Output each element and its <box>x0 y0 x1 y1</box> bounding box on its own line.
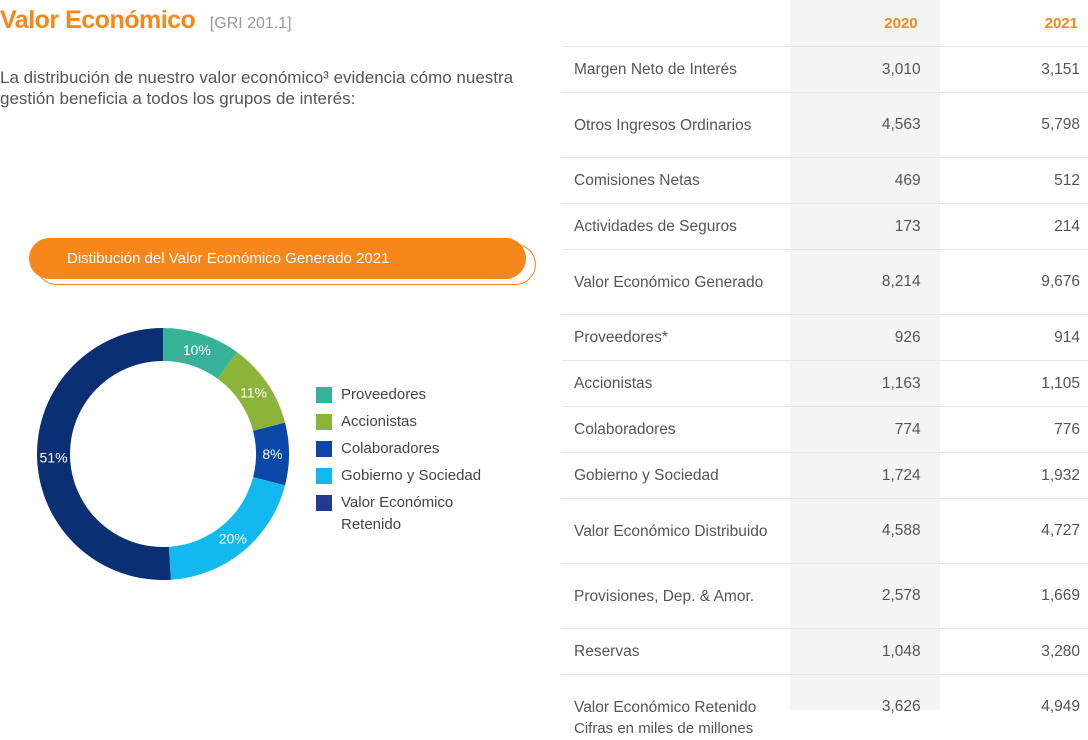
value-2020: 2,578 <box>791 563 941 629</box>
donut-slice-label: 51% <box>40 449 68 465</box>
legend-label: Colaboradores <box>341 440 440 457</box>
table-row: Provisiones, Dep. & Amor. 2,578 1,669 <box>562 563 1088 629</box>
row-label: Valor Económico Distribuido <box>562 498 792 564</box>
row-label: Actividades de Seguros <box>562 203 792 250</box>
table-row: Proveedores* 926 914 <box>562 314 1088 361</box>
year-header-2020: 2020 <box>884 14 918 32</box>
table-row: Valor Económico Distribuido 4,588 4,727 <box>562 498 1088 564</box>
value-2021: 512 <box>940 157 1088 204</box>
legend-swatch <box>316 387 332 403</box>
gri-reference: [GRI 201.1] <box>209 15 292 32</box>
value-2021: 776 <box>940 406 1088 453</box>
value-2020: 926 <box>791 314 941 361</box>
legend-label: Gobierno y Sociedad <box>341 467 482 484</box>
value-2021: 214 <box>940 203 1088 250</box>
table-row: Colaboradores 774 776 <box>562 406 1088 453</box>
legend-swatch <box>316 414 332 430</box>
donut-chart: 10% 11% 8% 20% 51% <box>37 328 289 580</box>
row-label: Valor Económico Generado <box>562 249 792 315</box>
table-footnote: Cifras en miles de millones <box>574 720 754 737</box>
label-column-header <box>562 0 791 47</box>
value-2020: 4,563 <box>791 92 941 158</box>
donut-slice-label: 8% <box>262 446 282 462</box>
page-header: Valor Económico [GRI 201.1] <box>0 6 292 35</box>
row-label: Reservas <box>562 628 792 675</box>
legend-item: Colaboradores <box>316 438 501 460</box>
donut-slice-gobierno-y-sociedad <box>168 477 286 580</box>
value-2021: 4,727 <box>940 498 1088 564</box>
table-row: Accionistas 1,163 1,105 <box>562 360 1088 407</box>
table-row: Otros Ingresos Ordinarios 4,563 5,798 <box>562 92 1088 158</box>
donut-slice-label: 10% <box>183 342 211 358</box>
value-2021: 1,932 <box>940 452 1088 499</box>
table-row: Valor Económico Generado 8,214 9,676 <box>562 249 1088 315</box>
value-2021: 1,105 <box>940 360 1088 407</box>
legend-label: Accionistas <box>341 413 417 430</box>
value-2020: 4,588 <box>791 498 941 564</box>
value-2021: 1,669 <box>940 563 1088 629</box>
donut-slice-label: 20% <box>219 530 247 546</box>
value-2020: 3,626 <box>791 674 941 739</box>
table-row: Actividades de Seguros 173 214 <box>562 203 1088 250</box>
legend-item: Proveedores <box>316 384 501 406</box>
row-label: Proveedores* <box>562 314 792 361</box>
legend-item: Valor Económico Retenido <box>316 492 501 536</box>
row-label: Gobierno y Sociedad <box>562 452 792 499</box>
chart-banner: Distibución del Valor Económico Generado… <box>29 238 526 279</box>
value-2021: 9,676 <box>940 249 1088 315</box>
value-2021: 5,798 <box>940 92 1088 158</box>
legend-item: Gobierno y Sociedad <box>316 465 501 487</box>
chart-legend: Proveedores Accionistas Colaboradores Go… <box>316 384 501 541</box>
year-header-2021: 2021 <box>1044 14 1078 32</box>
row-label: Comisiones Netas <box>562 157 792 204</box>
value-2020: 1,048 <box>791 628 941 675</box>
row-label: Otros Ingresos Ordinarios <box>562 92 792 158</box>
value-2020: 3,010 <box>791 46 941 93</box>
table-header-row: 2020 2021 <box>562 0 1088 47</box>
value-2020: 8,214 <box>791 249 941 315</box>
row-label: Provisiones, Dep. & Amor. <box>562 563 792 629</box>
intro-paragraph: La distribución de nuestro valor económi… <box>0 68 514 108</box>
table-row: Gobierno y Sociedad 1,724 1,932 <box>562 452 1088 499</box>
row-label: Accionistas <box>562 360 792 407</box>
value-2020: 774 <box>791 406 941 453</box>
donut-slice-label: 11% <box>240 384 267 400</box>
value-2020: 1,163 <box>791 360 941 407</box>
economic-value-table: 2020 2021 Margen Neto de Interés 3,010 3… <box>562 0 1088 739</box>
value-2021: 4,949 <box>940 674 1088 739</box>
data-table: 2020 2021 Margen Neto de Interés 3,010 3… <box>562 0 1088 739</box>
legend-label: Valor Económico Retenido <box>341 494 454 533</box>
legend-item: Accionistas <box>316 411 501 433</box>
value-2021: 914 <box>940 314 1088 361</box>
value-2021: 3,151 <box>940 46 1088 93</box>
legend-label: Proveedores <box>341 386 427 403</box>
table-row: Reservas 1,048 3,280 <box>562 628 1088 675</box>
value-2020: 173 <box>791 203 941 250</box>
legend-swatch <box>316 495 332 511</box>
row-label: Margen Neto de Interés <box>562 46 792 93</box>
legend-swatch <box>316 441 332 457</box>
legend-swatch <box>316 468 332 484</box>
page-title: Valor Económico <box>0 6 196 34</box>
table-row: Margen Neto de Interés 3,010 3,151 <box>562 46 1088 93</box>
row-label: Colaboradores <box>562 406 792 453</box>
value-2021: 3,280 <box>940 628 1088 675</box>
value-2020: 469 <box>791 157 941 204</box>
table-row: Comisiones Netas 469 512 <box>562 157 1088 204</box>
value-2020: 1,724 <box>791 452 941 499</box>
